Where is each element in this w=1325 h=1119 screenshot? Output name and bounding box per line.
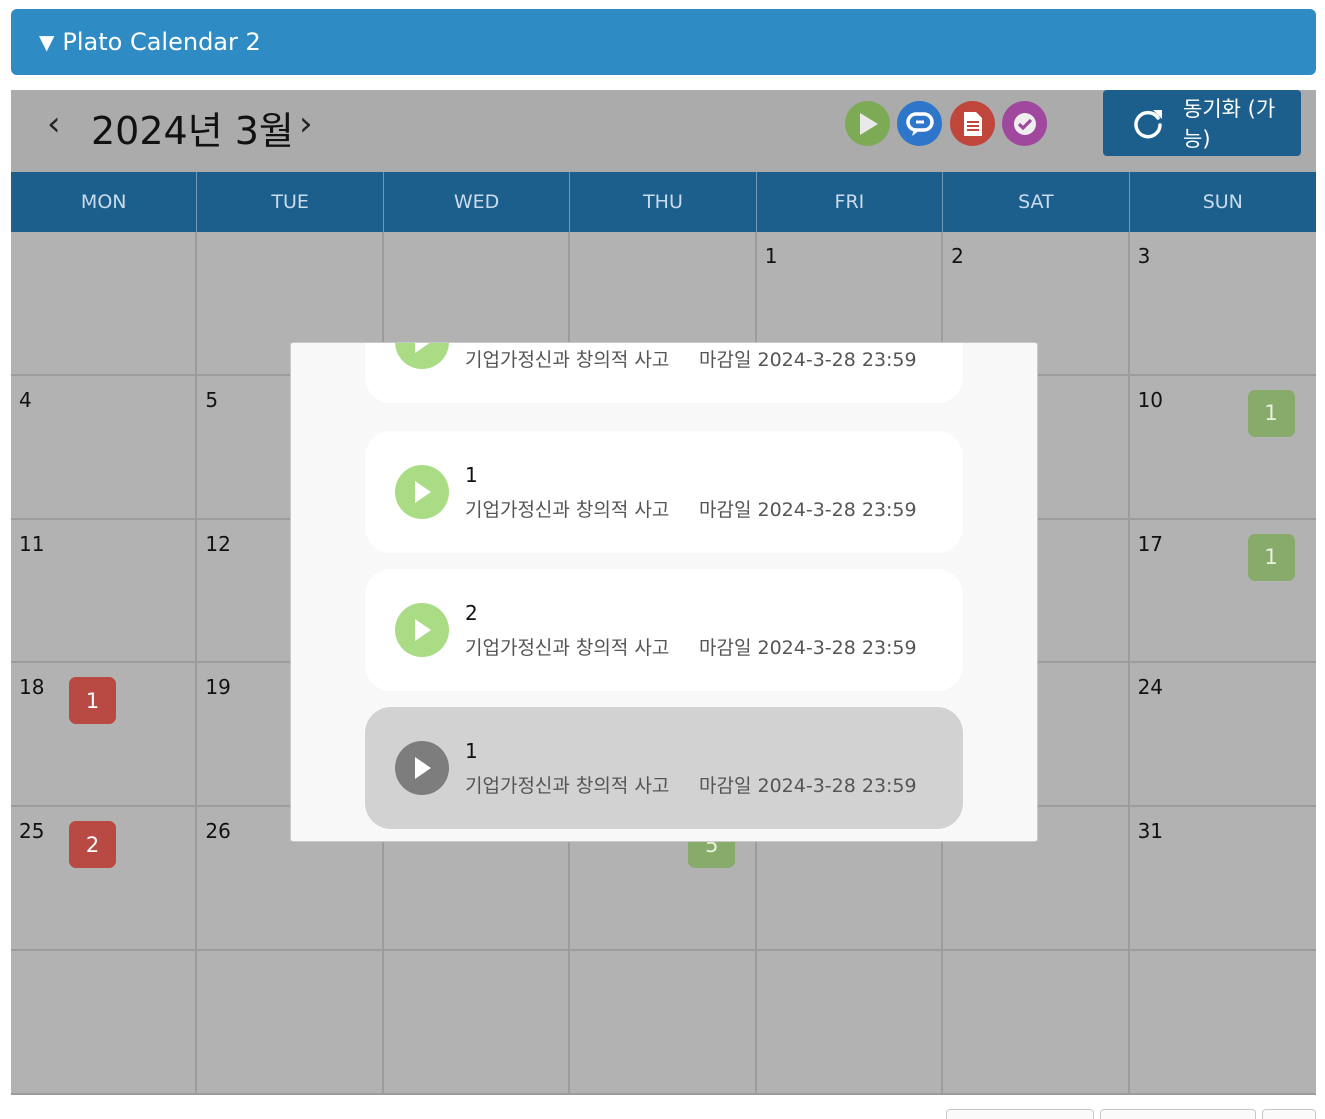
play-icon	[395, 343, 449, 369]
weekday-fri: FRI	[757, 172, 944, 232]
prev-month-button[interactable]: ‹	[47, 104, 61, 144]
weekday-mon: MON	[11, 172, 198, 232]
chat-icon[interactable]	[897, 101, 942, 146]
day-number: 17	[1137, 531, 1164, 556]
weekday-tue: TUE	[197, 172, 384, 232]
day-number: 12	[205, 531, 231, 556]
task-item[interactable]: 1 기업가정신과 창의적 사고 마감일 2024-3-28 23:59	[365, 431, 963, 553]
task-deadline: 마감일 2024-3-28 23:59	[699, 637, 917, 659]
check-icon[interactable]	[1002, 101, 1047, 146]
day-cell[interactable]	[756, 951, 944, 1095]
panel-title: Plato Calendar 2	[62, 28, 261, 56]
day-cell[interactable]	[197, 951, 384, 1095]
task-deadline: 마감일 2024-3-28 23:59	[699, 499, 917, 521]
task-course: 기업가정신과 창의적 사고	[465, 637, 670, 659]
task-item[interactable]: 2 기업가정신과 창의적 사고 마감일 2024-3-28 23:59	[365, 343, 963, 403]
day-cell[interactable]	[570, 951, 757, 1095]
weekday-sun: SUN	[1202, 191, 1243, 213]
event-count-badge[interactable]: 1	[1247, 389, 1295, 437]
day-number: 3	[1137, 244, 1151, 268]
play-icon	[395, 603, 449, 657]
next-month-button[interactable]: ›	[299, 104, 313, 144]
task-title: 1	[465, 739, 478, 763]
day-number: 5	[205, 387, 219, 412]
collapse-caret-icon[interactable]: ▼	[39, 30, 54, 54]
task-deadline: 마감일 2024-3-28 23:59	[699, 775, 917, 797]
play-icon	[395, 465, 449, 519]
task-course: 기업가정신과 창의적 사고	[465, 499, 670, 521]
day-cell[interactable]: 4	[11, 375, 198, 520]
day-cell[interactable]: 3	[1129, 232, 1316, 376]
task-title: 2	[465, 601, 478, 625]
month-title: 2024년 3월	[91, 109, 294, 153]
day-number: 4	[19, 387, 32, 412]
day-cell[interactable]	[11, 232, 198, 376]
task-item[interactable]: 1 기업가정신과 창의적 사고 마감일 2024-3-28 23:59	[365, 707, 963, 829]
day-number: 25	[19, 819, 45, 844]
document-icon[interactable]	[950, 101, 995, 146]
task-item[interactable]: 2 기업가정신과 창의적 사고 마감일 2024-3-28 23:59	[365, 569, 963, 691]
day-cell[interactable]: 25 2	[11, 807, 198, 952]
day-cell[interactable]	[1129, 951, 1316, 1095]
weekday-sat: SAT	[943, 172, 1130, 232]
day-cell[interactable]	[383, 951, 571, 1095]
day-cell[interactable]: 10 1	[1129, 375, 1316, 520]
weekday-wed: WED	[384, 172, 571, 232]
weekday-thu: THU	[570, 172, 757, 232]
refresh-icon	[1131, 106, 1165, 140]
bottom-tab[interactable]	[946, 1109, 1094, 1119]
sync-button[interactable]: 동기화 (가능)	[1103, 90, 1301, 156]
bottom-tab[interactable]	[1262, 1109, 1316, 1119]
day-number: 19	[205, 675, 231, 700]
weekday-header: MON TUE WED THU FRI SAT SUN	[11, 172, 1316, 232]
play-icon	[395, 741, 449, 795]
calendar-toolbar: ‹ 2024년 3월 › 동기화 (가능)	[11, 90, 1316, 172]
task-title: 1	[465, 463, 478, 487]
day-cell[interactable]: 31	[1129, 807, 1316, 952]
video-play-icon[interactable]	[845, 101, 890, 146]
day-number: 24	[1137, 675, 1164, 700]
task-course: 기업가정신과 창의적 사고	[465, 775, 670, 797]
panel-header[interactable]: ▼ Plato Calendar 2	[11, 9, 1316, 75]
day-cell[interactable]	[943, 951, 1130, 1095]
day-cell[interactable]: 11	[11, 519, 198, 664]
task-list-modal[interactable]: 2 기업가정신과 창의적 사고 마감일 2024-3-28 23:59 1 기업…	[290, 342, 1038, 842]
day-number: 31	[1137, 819, 1164, 844]
day-number: 1	[764, 244, 778, 268]
day-number: 2	[951, 244, 964, 268]
day-cell[interactable]	[11, 951, 198, 1095]
sync-label: 동기화 (가능)	[1183, 97, 1276, 151]
day-number: 10	[1137, 387, 1164, 412]
bottom-tab[interactable]	[1100, 1109, 1256, 1119]
event-count-badge[interactable]: 2	[69, 821, 116, 869]
day-cell[interactable]: 17 1	[1129, 519, 1316, 664]
event-count-badge[interactable]: 1	[1247, 533, 1295, 581]
day-cell[interactable]: 24	[1129, 663, 1316, 808]
task-deadline: 마감일 2024-3-28 23:59	[699, 349, 917, 371]
task-course: 기업가정신과 창의적 사고	[465, 349, 670, 371]
day-number: 11	[19, 531, 45, 556]
day-number: 18	[19, 675, 45, 700]
day-cell[interactable]: 18 1	[11, 663, 198, 808]
event-count-badge[interactable]: 1	[69, 677, 116, 725]
day-number: 26	[205, 819, 231, 844]
